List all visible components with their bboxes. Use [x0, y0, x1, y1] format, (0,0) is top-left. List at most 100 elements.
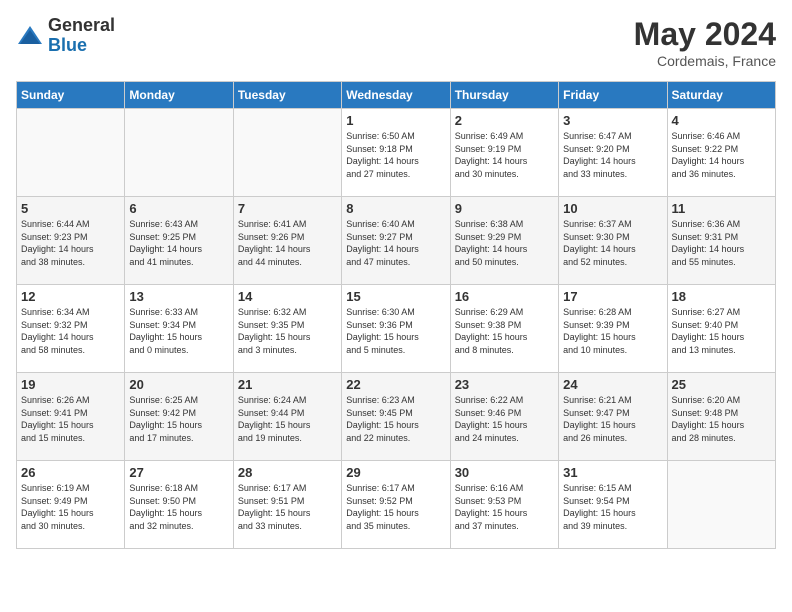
day-number: 31 [563, 465, 662, 480]
calendar-cell: 19 Sunrise: 6:26 AM Sunset: 9:41 PM Dayli… [17, 373, 125, 461]
day-number: 19 [21, 377, 120, 392]
calendar-cell: 18Sunrise: 6:27 AM Sunset: 9:40 PM Dayli… [667, 285, 775, 373]
calendar-week: 1 Sunrise: 6:50 AM Sunset: 9:18 PM Daylig… [17, 109, 776, 197]
cell-info: Sunrise: 6:29 AM Sunset: 9:38 PM Dayligh… [455, 306, 554, 356]
day-header: Monday [125, 82, 233, 109]
cell-info: Sunrise: 6:26 AM Sunset: 9:41 PM Dayligh… [21, 394, 120, 444]
day-number: 6 [129, 201, 228, 216]
day-number: 21 [238, 377, 337, 392]
calendar-cell: 7 Sunrise: 6:41 AM Sunset: 9:26 PM Daylig… [233, 197, 341, 285]
calendar-cell: 17 Sunrise: 6:28 AM Sunset: 9:39 PM Dayli… [559, 285, 667, 373]
cell-info: Sunrise: 6:49 AM Sunset: 9:19 PM Dayligh… [455, 130, 554, 180]
calendar-week: 26 Sunrise: 6:19 AM Sunset: 9:49 PM Dayli… [17, 461, 776, 549]
day-number: 10 [563, 201, 662, 216]
calendar-week: 19 Sunrise: 6:26 AM Sunset: 9:41 PM Dayli… [17, 373, 776, 461]
day-number: 16 [455, 289, 554, 304]
calendar-cell: 3 Sunrise: 6:47 AM Sunset: 9:20 PM Daylig… [559, 109, 667, 197]
calendar-cell: 9 Sunrise: 6:38 AM Sunset: 9:29 PM Daylig… [450, 197, 558, 285]
calendar-week: 5 Sunrise: 6:44 AM Sunset: 9:23 PM Daylig… [17, 197, 776, 285]
day-number: 14 [238, 289, 337, 304]
day-number: 5 [21, 201, 120, 216]
calendar-cell: 22 Sunrise: 6:23 AM Sunset: 9:45 PM Dayli… [342, 373, 450, 461]
cell-info: Sunrise: 6:43 AM Sunset: 9:25 PM Dayligh… [129, 218, 228, 268]
cell-info: Sunrise: 6:41 AM Sunset: 9:26 PM Dayligh… [238, 218, 337, 268]
cell-info: Sunrise: 6:46 AM Sunset: 9:22 PM Dayligh… [672, 130, 771, 180]
calendar-cell: 13 Sunrise: 6:33 AM Sunset: 9:34 PM Dayli… [125, 285, 233, 373]
logo-blue: Blue [48, 36, 115, 56]
day-number: 17 [563, 289, 662, 304]
day-number: 7 [238, 201, 337, 216]
calendar-cell: 12 Sunrise: 6:34 AM Sunset: 9:32 PM Dayli… [17, 285, 125, 373]
calendar-cell: 27 Sunrise: 6:18 AM Sunset: 9:50 PM Dayli… [125, 461, 233, 549]
calendar-cell: 31 Sunrise: 6:15 AM Sunset: 9:54 PM Dayli… [559, 461, 667, 549]
cell-info: Sunrise: 6:22 AM Sunset: 9:46 PM Dayligh… [455, 394, 554, 444]
cell-info: Sunrise: 6:16 AM Sunset: 9:53 PM Dayligh… [455, 482, 554, 532]
day-header: Wednesday [342, 82, 450, 109]
calendar-cell: 20 Sunrise: 6:25 AM Sunset: 9:42 PM Dayli… [125, 373, 233, 461]
day-number: 27 [129, 465, 228, 480]
day-number: 29 [346, 465, 445, 480]
calendar-cell [233, 109, 341, 197]
cell-info: Sunrise: 6:33 AM Sunset: 9:34 PM Dayligh… [129, 306, 228, 356]
day-number: 12 [21, 289, 120, 304]
cell-info: Sunrise: 6:15 AM Sunset: 9:54 PM Dayligh… [563, 482, 662, 532]
day-number: 20 [129, 377, 228, 392]
cell-info: Sunrise: 6:38 AM Sunset: 9:29 PM Dayligh… [455, 218, 554, 268]
day-header: Thursday [450, 82, 558, 109]
cell-info: Sunrise: 6:40 AM Sunset: 9:27 PM Dayligh… [346, 218, 445, 268]
calendar-cell: 29 Sunrise: 6:17 AM Sunset: 9:52 PM Dayli… [342, 461, 450, 549]
calendar-cell: 15 Sunrise: 6:30 AM Sunset: 9:36 PM Dayli… [342, 285, 450, 373]
calendar-cell: 23Sunrise: 6:22 AM Sunset: 9:46 PM Dayli… [450, 373, 558, 461]
cell-info: Sunrise: 6:18 AM Sunset: 9:50 PM Dayligh… [129, 482, 228, 532]
calendar-week: 12 Sunrise: 6:34 AM Sunset: 9:32 PM Dayli… [17, 285, 776, 373]
calendar-cell: 2 Sunrise: 6:49 AM Sunset: 9:19 PM Daylig… [450, 109, 558, 197]
day-number: 15 [346, 289, 445, 304]
calendar-cell: 16 Sunrise: 6:29 AM Sunset: 9:38 PM Dayli… [450, 285, 558, 373]
calendar-cell: 25Sunrise: 6:20 AM Sunset: 9:48 PM Dayli… [667, 373, 775, 461]
cell-info: Sunrise: 6:34 AM Sunset: 9:32 PM Dayligh… [21, 306, 120, 356]
calendar-cell: 8Sunrise: 6:40 AM Sunset: 9:27 PM Daylig… [342, 197, 450, 285]
calendar-cell [667, 461, 775, 549]
logo-text: General Blue [48, 16, 115, 56]
calendar-cell: 26 Sunrise: 6:19 AM Sunset: 9:49 PM Dayli… [17, 461, 125, 549]
day-number: 13 [129, 289, 228, 304]
day-number: 11 [672, 201, 771, 216]
month-title: May 2024 [634, 16, 776, 53]
day-header: Friday [559, 82, 667, 109]
title-block: May 2024 Cordemais, France [634, 16, 776, 69]
cell-info: Sunrise: 6:25 AM Sunset: 9:42 PM Dayligh… [129, 394, 228, 444]
calendar-cell [17, 109, 125, 197]
day-number: 24 [563, 377, 662, 392]
cell-info: Sunrise: 6:17 AM Sunset: 9:52 PM Dayligh… [346, 482, 445, 532]
cell-info: Sunrise: 6:30 AM Sunset: 9:36 PM Dayligh… [346, 306, 445, 356]
day-number: 18 [672, 289, 771, 304]
header-row: SundayMondayTuesdayWednesdayThursdayFrid… [17, 82, 776, 109]
day-number: 28 [238, 465, 337, 480]
day-number: 9 [455, 201, 554, 216]
day-number: 1 [346, 113, 445, 128]
day-number: 22 [346, 377, 445, 392]
day-number: 26 [21, 465, 120, 480]
calendar-cell: 11Sunrise: 6:36 AM Sunset: 9:31 PM Dayli… [667, 197, 775, 285]
cell-info: Sunrise: 6:44 AM Sunset: 9:23 PM Dayligh… [21, 218, 120, 268]
cell-info: Sunrise: 6:28 AM Sunset: 9:39 PM Dayligh… [563, 306, 662, 356]
day-header: Saturday [667, 82, 775, 109]
cell-info: Sunrise: 6:19 AM Sunset: 9:49 PM Dayligh… [21, 482, 120, 532]
day-number: 4 [672, 113, 771, 128]
cell-info: Sunrise: 6:47 AM Sunset: 9:20 PM Dayligh… [563, 130, 662, 180]
cell-info: Sunrise: 6:23 AM Sunset: 9:45 PM Dayligh… [346, 394, 445, 444]
day-number: 2 [455, 113, 554, 128]
day-number: 3 [563, 113, 662, 128]
cell-info: Sunrise: 6:24 AM Sunset: 9:44 PM Dayligh… [238, 394, 337, 444]
calendar-cell: 4 Sunrise: 6:46 AM Sunset: 9:22 PM Daylig… [667, 109, 775, 197]
calendar-cell: 24Sunrise: 6:21 AM Sunset: 9:47 PM Dayli… [559, 373, 667, 461]
cell-info: Sunrise: 6:37 AM Sunset: 9:30 PM Dayligh… [563, 218, 662, 268]
cell-info: Sunrise: 6:32 AM Sunset: 9:35 PM Dayligh… [238, 306, 337, 356]
calendar-cell [125, 109, 233, 197]
day-number: 25 [672, 377, 771, 392]
calendar-cell: 14 Sunrise: 6:32 AM Sunset: 9:35 PM Dayli… [233, 285, 341, 373]
cell-info: Sunrise: 6:50 AM Sunset: 9:18 PM Dayligh… [346, 130, 445, 180]
calendar-table: SundayMondayTuesdayWednesdayThursdayFrid… [16, 81, 776, 549]
page-header: General Blue May 2024 Cordemais, France [16, 16, 776, 69]
logo-general: General [48, 16, 115, 36]
